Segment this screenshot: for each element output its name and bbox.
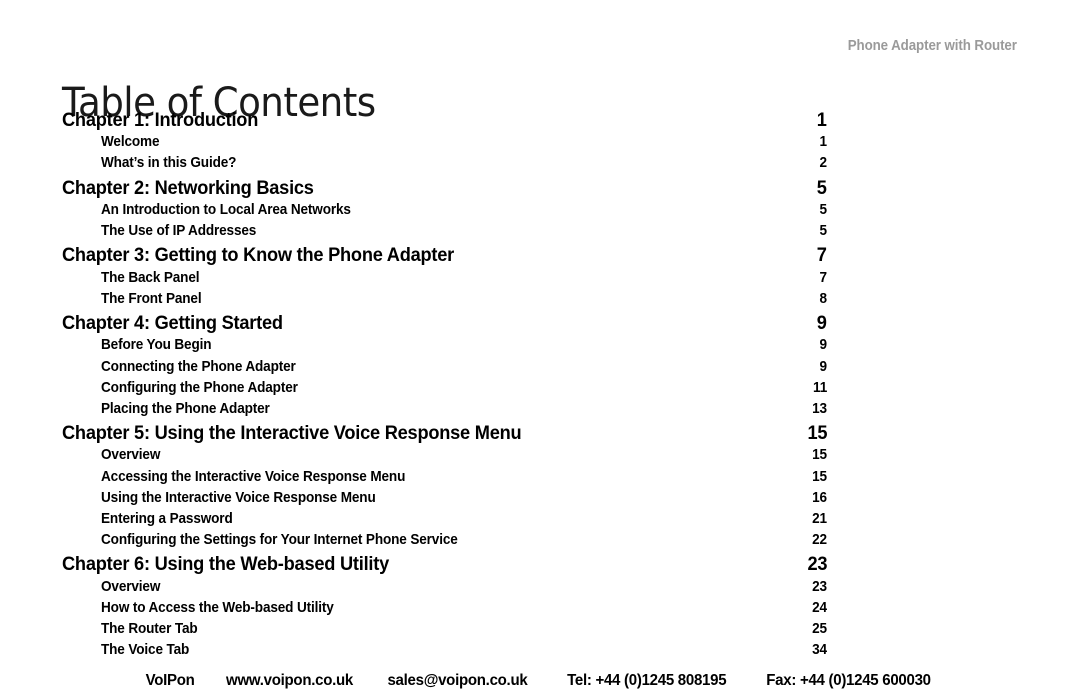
toc-entry-label: The Router Tab (101, 620, 198, 637)
toc-entry-label: Overview (101, 447, 161, 464)
toc-entry-label: The Voice Tab (101, 642, 190, 659)
toc-entry-page-number: 5 (819, 201, 828, 218)
toc-entry-page-number: 25 (812, 620, 827, 637)
toc-chapter-row[interactable]: Chapter 2: Networking Basics 5 (62, 177, 827, 202)
toc-section-row[interactable]: The Use of IP Addresses 5 (62, 223, 827, 244)
table-of-contents: Chapter 1: Introduction 1 Welcome 1 What’s i… (62, 109, 827, 663)
toc-entry-label: The Use of IP Addresses (101, 223, 257, 240)
toc-section-row[interactable]: The Back Panel 7 (62, 270, 827, 291)
toc-section-row[interactable]: What’s in this Guide? 2 (62, 155, 827, 176)
toc-entry-label: Chapter 1: Introduction (62, 109, 259, 131)
toc-section-row[interactable]: Entering a Password 21 (62, 511, 827, 532)
toc-entry-label: Chapter 4: Getting Started (62, 312, 283, 335)
toc-entry-page-number: 2 (819, 155, 828, 172)
toc-section-row[interactable]: Overview 15 (62, 447, 827, 468)
running-header-title: Phone Adapter with Router (847, 38, 1017, 54)
toc-entry-label: Accessing the Interactive Voice Response… (101, 468, 406, 485)
toc-section-row[interactable]: Placing the Phone Adapter 13 (62, 401, 827, 422)
toc-section-row[interactable]: Welcome 1 (62, 134, 827, 155)
toc-entry-page-number: 24 (812, 599, 827, 616)
toc-section-row[interactable]: An Introduction to Local Area Networks 5 (62, 202, 827, 223)
toc-entry-label: Overview (101, 578, 161, 595)
toc-entry-page-number: 5 (817, 176, 827, 199)
toc-chapter-row[interactable]: Chapter 6: Using the Web-based Utility 23 (62, 553, 827, 578)
toc-entry-label: Placing the Phone Adapter (101, 400, 270, 417)
toc-entry-page-number: 9 (819, 337, 828, 354)
toc-entry-page-number: 21 (812, 510, 827, 527)
toc-entry-page-number: 7 (817, 244, 827, 267)
footer-fax: Fax: +44 (0)1245 600030 (766, 672, 931, 689)
footer-website: www.voipon.co.uk (225, 672, 353, 689)
toc-entry-label: Using the Interactive Voice Response Men… (101, 489, 376, 506)
footer-email: sales@voipon.co.uk (387, 672, 528, 689)
toc-entry-label: The Back Panel (101, 269, 200, 286)
toc-entry-label: Chapter 3: Getting to Know the Phone Ada… (62, 244, 455, 267)
toc-entry-page-number: 1 (819, 134, 828, 151)
toc-entry-label: How to Access the Web-based Utility (101, 599, 334, 616)
toc-entry-page-number: 15 (807, 422, 827, 445)
toc-entry-page-number: 16 (812, 489, 827, 506)
toc-entry-label: Before You Begin (101, 337, 212, 354)
toc-chapter-row[interactable]: Chapter 4: Getting Started 9 (62, 312, 827, 337)
toc-entry-label: An Introduction to Local Area Networks (101, 201, 351, 218)
toc-section-row[interactable]: Configuring the Settings for Your Intern… (62, 532, 827, 553)
toc-entry-page-number: 23 (812, 578, 827, 595)
toc-entry-page-number: 5 (819, 223, 828, 240)
toc-entry-label: Chapter 6: Using the Web-based Utility (62, 553, 389, 576)
toc-section-row[interactable]: Connecting the Phone Adapter 9 (62, 359, 827, 380)
toc-entry-label: Chapter 5: Using the Interactive Voice R… (62, 422, 522, 445)
toc-entry-page-number: 9 (817, 312, 827, 335)
toc-entry-page-number: 22 (812, 532, 827, 549)
toc-section-row[interactable]: Overview 23 (62, 579, 827, 600)
footer-watermark: VoIPon www.voipon.co.uk sales@voipon.co.… (0, 672, 1080, 690)
toc-section-row[interactable]: Before You Begin 9 (62, 337, 827, 358)
toc-entry-page-number: 1 (817, 109, 827, 131)
toc-section-row[interactable]: Configuring the Phone Adapter 11 (62, 380, 827, 401)
toc-entry-page-number: 8 (819, 290, 828, 307)
toc-entry-label: Chapter 2: Networking Basics (62, 176, 314, 199)
footer-telephone: Tel: +44 (0)1245 808195 (566, 672, 727, 689)
toc-section-row[interactable]: The Router Tab 25 (62, 621, 827, 642)
toc-chapter-row[interactable]: Chapter 3: Getting to Know the Phone Ada… (62, 244, 827, 269)
toc-chapter-row[interactable]: Chapter 5: Using the Interactive Voice R… (62, 422, 827, 447)
toc-entry-page-number: 7 (819, 269, 828, 286)
toc-section-row[interactable]: Using the Interactive Voice Response Men… (62, 490, 827, 511)
toc-entry-page-number: 15 (812, 468, 827, 485)
toc-section-row[interactable]: How to Access the Web-based Utility 24 (62, 600, 827, 621)
toc-entry-label: Welcome (101, 134, 160, 151)
toc-entry-label: Configuring the Settings for Your Intern… (101, 532, 458, 549)
toc-entry-page-number: 15 (812, 447, 827, 464)
toc-section-row[interactable]: The Front Panel 8 (62, 291, 827, 312)
toc-chapter-row[interactable]: Chapter 1: Introduction 1 (62, 109, 827, 134)
toc-entry-page-number: 34 (812, 642, 827, 659)
toc-entry-page-number: 11 (812, 379, 827, 396)
toc-section-row[interactable]: The Voice Tab 34 (62, 642, 827, 663)
toc-entry-label: Connecting the Phone Adapter (101, 358, 296, 375)
footer-company: VoIPon (145, 672, 195, 689)
toc-entry-label: What’s in this Guide? (101, 155, 237, 172)
toc-entry-page-number: 13 (812, 400, 827, 417)
toc-entry-label: Configuring the Phone Adapter (101, 379, 298, 396)
toc-entry-page-number: 9 (819, 358, 828, 375)
toc-entry-label: Entering a Password (101, 510, 233, 527)
toc-entry-label: The Front Panel (101, 290, 202, 307)
toc-section-row[interactable]: Accessing the Interactive Voice Response… (62, 469, 827, 490)
toc-entry-page-number: 23 (807, 553, 827, 576)
